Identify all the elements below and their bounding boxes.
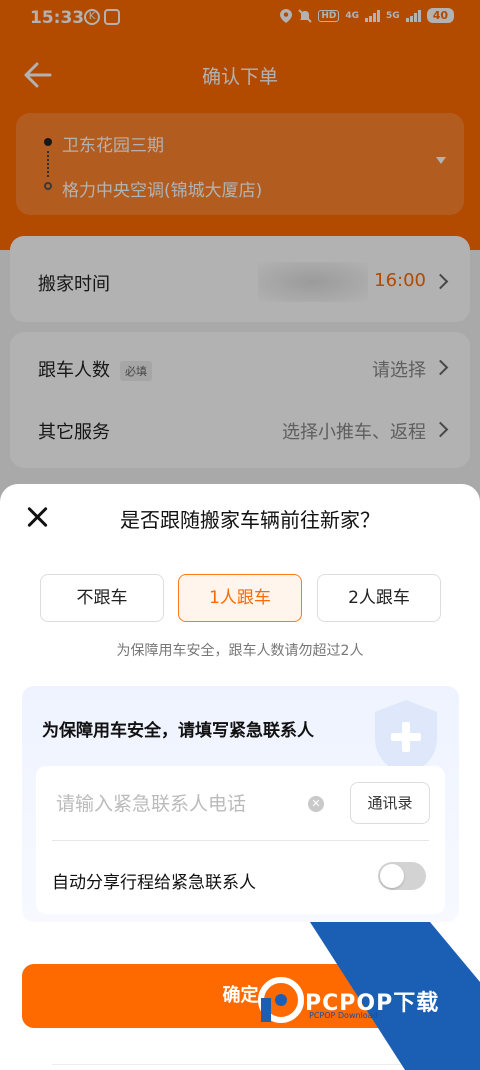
option-two-people[interactable]: 2人跟车 xyxy=(317,574,441,622)
share-trip-toggle[interactable] xyxy=(378,862,426,890)
emergency-contact-form: ✕ 通讯录 自动分享行程给紧急联系人 xyxy=(36,766,445,914)
clear-icon[interactable]: ✕ xyxy=(308,796,324,812)
emergency-contact-panel: 为保障用车安全，请填写紧急联系人 ✕ 通讯录 自动分享行程给紧急联系人 xyxy=(22,686,459,922)
emergency-phone-input[interactable] xyxy=(56,788,306,820)
watermark-logo-icon xyxy=(258,977,304,1023)
option-no-follow[interactable]: 不跟车 xyxy=(40,574,164,622)
share-trip-label: 自动分享行程给紧急联系人 xyxy=(52,873,256,893)
emergency-contact-title: 为保障用车安全，请填写紧急联系人 xyxy=(42,721,314,741)
divider xyxy=(52,840,429,841)
option-one-person[interactable]: 1人跟车 xyxy=(178,574,302,622)
contacts-button[interactable]: 通讯录 xyxy=(350,782,430,824)
toggle-knob xyxy=(380,864,404,888)
passenger-limit-note: 为保障用车安全，跟车人数请勿超过2人 xyxy=(116,643,364,659)
sheet-title: 是否跟随搬家车辆前往新家？ xyxy=(120,508,380,532)
watermark-subtext: PCPOP Download xyxy=(309,1011,378,1020)
